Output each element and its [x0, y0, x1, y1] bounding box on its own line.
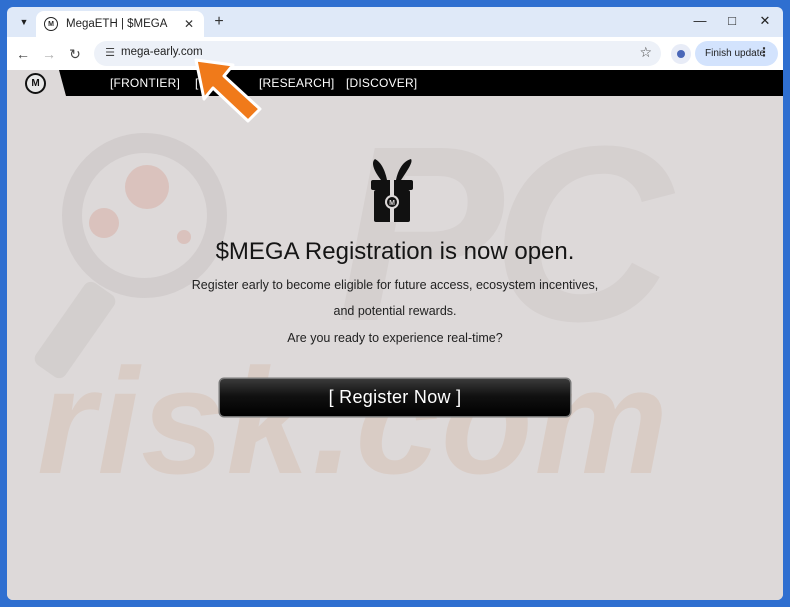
nav-discover[interactable]: [DISCOVER]	[346, 76, 417, 90]
tab-search-button[interactable]: ▼	[13, 12, 35, 32]
question-text: Are you ready to experience real-time?	[287, 331, 503, 345]
web-page: PC risk.com M [FRONTIER] [ [RESEARCH] [D…	[7, 70, 783, 600]
reload-icon[interactable]: ↻	[65, 44, 85, 64]
window-close-icon[interactable]: ✕	[755, 13, 775, 29]
profile-avatar	[677, 50, 685, 58]
minimize-icon[interactable]: —	[690, 13, 710, 28]
favicon-icon: M	[44, 17, 58, 31]
tab-title: MegaETH | $MEGA	[66, 18, 168, 30]
bookmark-star-icon[interactable]: ☆	[639, 44, 652, 61]
forward-icon[interactable]: →	[39, 44, 59, 64]
tab-active[interactable]: M MegaETH | $MEGA ✕	[36, 11, 204, 37]
browser-toolbar: ← → ↻ ☰ mega-early.com ☆ Finish update ⋮	[7, 37, 783, 70]
gift-bunny-icon: M	[371, 159, 413, 222]
maximize-icon[interactable]: □	[722, 13, 742, 28]
site-logo[interactable]: M	[25, 73, 46, 94]
site-navbar: M [FRONTIER] [ [RESEARCH] [DISCOVER]	[7, 70, 783, 96]
pointer-arrow-icon	[194, 58, 262, 123]
nav-frontier[interactable]: [FRONTIER]	[110, 76, 180, 90]
description-line-1: Register early to become eligible for fu…	[191, 278, 599, 292]
close-tab-icon[interactable]: ✕	[182, 17, 196, 31]
watermark-dot	[125, 165, 169, 209]
address-bar[interactable]: ☰ mega-early.com ☆	[94, 41, 661, 66]
tab-strip: ▼ M MegaETH | $MEGA ✕ + — □ ✕	[7, 7, 783, 37]
register-now-button[interactable]: [ Register Now ]	[220, 379, 570, 416]
watermark-magnifier-icon	[62, 133, 227, 298]
watermark-dot	[89, 208, 119, 238]
page-headline: $MEGA Registration is now open.	[215, 238, 575, 265]
finish-update-label: Finish update	[705, 48, 766, 59]
watermark-risk-text: risk.com	[37, 337, 670, 505]
browser-window: ▼ M MegaETH | $MEGA ✕ + — □ ✕ ← → ↻ ☰ me…	[7, 7, 783, 600]
new-tab-button[interactable]: +	[210, 13, 228, 31]
svg-text:M: M	[389, 200, 395, 207]
description-line-2: and potential rewards.	[333, 304, 457, 318]
menu-dots-icon[interactable]: ⋮	[758, 45, 770, 59]
finish-update-button[interactable]: Finish update ⋮	[695, 41, 778, 66]
back-icon[interactable]: ←	[13, 44, 33, 64]
site-info-icon[interactable]: ☰	[100, 44, 120, 63]
nav-research[interactable]: [RESEARCH]	[259, 76, 334, 90]
url-text[interactable]: mega-early.com	[121, 46, 203, 58]
profile-icon[interactable]	[671, 44, 691, 64]
